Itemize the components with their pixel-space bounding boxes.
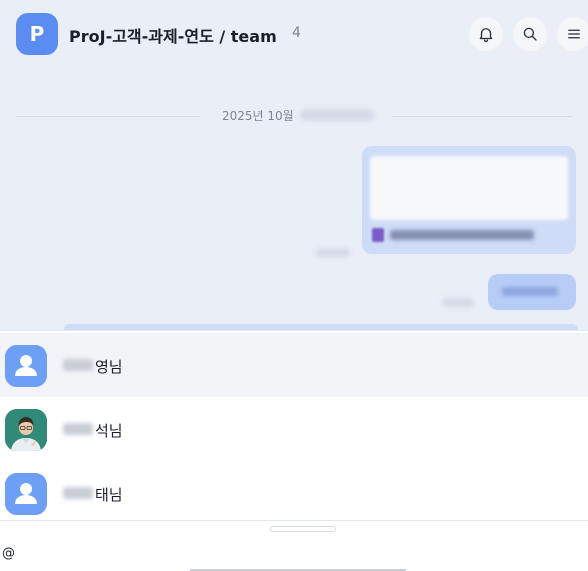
default-person-icon (5, 345, 47, 387)
notification-button[interactable] (469, 17, 503, 51)
date-label: 2025년 10월 (222, 109, 294, 123)
mention-name: 석님 (95, 422, 123, 440)
mention-name: 영님 (95, 358, 123, 376)
message-text (502, 287, 558, 296)
mention-name-blurred (63, 359, 93, 371)
bell-icon (479, 28, 493, 43)
room-avatar[interactable]: P (16, 13, 58, 55)
mention-name-blurred (63, 423, 93, 435)
image-file-message[interactable] (362, 146, 576, 254)
resize-handle[interactable] (270, 526, 336, 532)
image-thumbnail[interactable] (370, 156, 568, 220)
chat-window: P ProJ-고객-과제-연도 / team 4 2025년 10월 영님 석님… (0, 0, 588, 571)
default-person-icon (5, 473, 47, 515)
mention-suggestion-list: 영님 석님 태님 (0, 330, 588, 520)
room-title[interactable]: ProJ-고객-과제-연도 / team (69, 23, 277, 47)
profile-photo-icon (5, 409, 47, 451)
mention-name-blurred (63, 487, 93, 499)
search-icon (523, 27, 537, 41)
mention-item[interactable]: 태님 (0, 461, 588, 525)
message-composer (0, 520, 588, 571)
avatar (5, 473, 47, 515)
message-input[interactable] (2, 543, 562, 563)
room-header: P ProJ-고객-과제-연도 / team 4 (0, 0, 588, 66)
message-timestamp (316, 248, 350, 257)
member-count[interactable]: 4 (292, 25, 301, 41)
search-button[interactable] (513, 17, 547, 51)
mention-item[interactable]: 영님 (0, 333, 588, 397)
date-divider-left (16, 116, 200, 117)
file-icon (372, 228, 384, 242)
file-name[interactable] (390, 230, 534, 240)
message-timestamp (442, 298, 474, 307)
date-label-blurred (300, 109, 374, 121)
mention-name: 태님 (95, 486, 123, 504)
text-message[interactable] (488, 274, 576, 310)
menu-icon (568, 29, 580, 39)
menu-button[interactable] (557, 17, 588, 51)
avatar (5, 345, 47, 387)
avatar (5, 409, 47, 451)
date-divider-right (392, 116, 572, 117)
message-area[interactable]: 2025년 10월 (0, 66, 588, 330)
mention-item[interactable]: 석님 (0, 397, 588, 461)
